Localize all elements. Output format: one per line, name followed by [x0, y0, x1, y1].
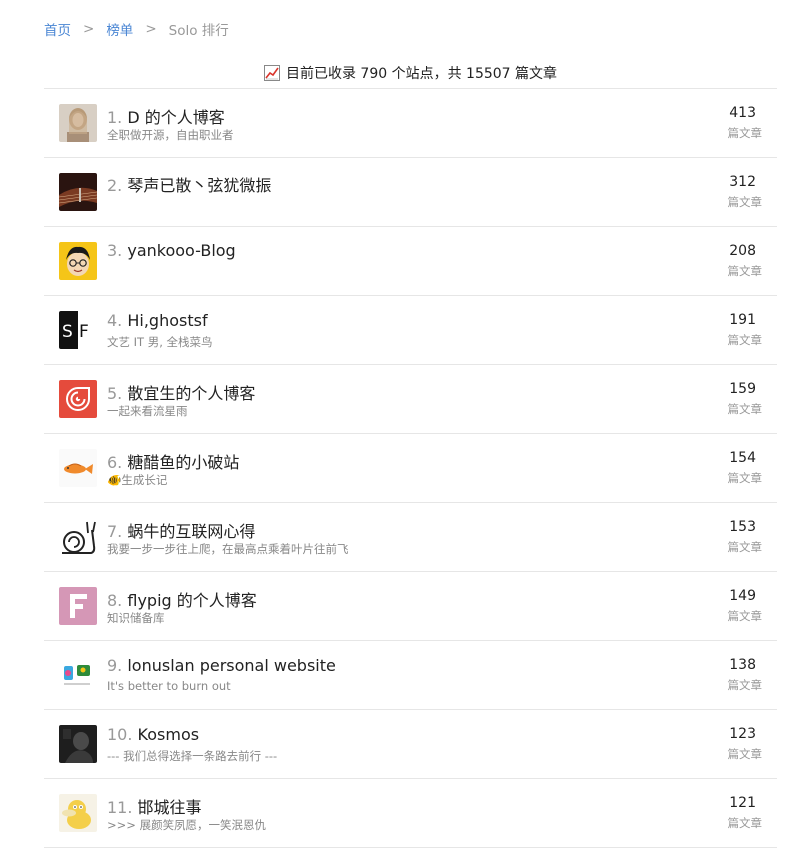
site-description: 我要一步一步往上爬，在最高点乘着叶片往前飞	[107, 542, 349, 556]
chart-increasing-icon	[263, 65, 280, 81]
article-count: 159 篇文章	[727, 381, 763, 416]
article-count: 191 篇文章	[727, 312, 763, 347]
article-count: 312 篇文章	[727, 174, 763, 209]
site-description: 知识储备库	[107, 611, 165, 625]
list-item[interactable]: 6. 糖醋鱼的小破站 🐠生成长记 154 篇文章	[44, 434, 777, 503]
site-description: 全职做开源，自由职业者	[107, 128, 234, 142]
site-description: --- 我们总得选择一条路去前行 ---	[107, 749, 278, 763]
site-title[interactable]: 9. lonuslan personal website	[107, 656, 336, 675]
site-description: 文艺 IT 男, 全栈菜鸟	[107, 335, 213, 349]
site-title[interactable]: 10. Kosmos	[107, 725, 199, 744]
article-count: 154 篇文章	[727, 450, 763, 485]
breadcrumb-separator: >	[145, 21, 157, 37]
breadcrumb-current: Solo 排行	[168, 23, 229, 39]
site-title[interactable]: 3. yankooo-Blog	[107, 241, 236, 260]
article-count: 149 篇文章	[727, 588, 763, 623]
snail-avatar	[59, 518, 97, 556]
list-item[interactable]: 7. 蜗牛的互联网心得 我要一步一步往上爬，在最高点乘着叶片往前飞 153 篇文章	[44, 503, 777, 572]
breadcrumb-separator: >	[83, 21, 95, 37]
fish-avatar	[59, 449, 97, 487]
list-item[interactable]: 11. 邯城往事 >>> 展颜笑夙愿，一笑泯恩仇 121 篇文章	[44, 779, 777, 848]
site-description: 🐠生成长记	[107, 473, 168, 487]
site-description: It's better to burn out	[107, 679, 231, 693]
site-description: >>> 展颜笑夙愿，一笑泯恩仇	[107, 818, 267, 832]
letter-f-avatar	[59, 587, 97, 625]
site-title[interactable]: 4. Hi,ghostsf	[107, 311, 208, 330]
site-title[interactable]: 7. 蜗牛的互联网心得	[107, 518, 255, 542]
list-item[interactable]: 3. yankooo-Blog 208 篇文章	[44, 227, 777, 296]
site-title[interactable]: 1. D 的个人博客	[107, 104, 225, 128]
svg-text:S: S	[62, 322, 73, 342]
breadcrumb-ranking-link[interactable]: 榜单	[106, 19, 133, 39]
dark-photo-avatar	[59, 725, 97, 763]
list-item[interactable]: 10. Kosmos --- 我们总得选择一条路去前行 --- 123 篇文章	[44, 710, 777, 779]
article-count: 153 篇文章	[727, 519, 763, 554]
site-title[interactable]: 6. 糖醋鱼的小破站	[107, 449, 239, 473]
site-description: 一起来看流星雨	[107, 404, 188, 418]
site-title[interactable]: 11. 邯城往事	[107, 794, 202, 818]
article-count: 413 篇文章	[727, 105, 763, 140]
list-item[interactable]: 1. D 的个人博客 全职做开源，自由职业者 413 篇文章	[44, 89, 777, 158]
list-item[interactable]: 5. 散宜生的个人博客 一起来看流星雨 159 篇文章	[44, 365, 777, 434]
site-title[interactable]: 8. flypig 的个人博客	[107, 587, 257, 611]
sf-logo-avatar: SF	[59, 311, 97, 349]
colorful-logo-avatar	[59, 656, 97, 694]
svg-text:F: F	[79, 322, 89, 342]
psyduck-avatar	[59, 794, 97, 832]
list-item[interactable]: 2. 琴声已散丶弦犹微振 312 篇文章	[44, 158, 777, 227]
site-summary: 目前已收录 790 个站点，共 15507 篇文章	[44, 60, 777, 86]
cartoon-face-avatar	[59, 242, 97, 280]
article-count: 121 篇文章	[727, 795, 763, 830]
breadcrumb: 首页 > 榜单 > Solo 排行	[44, 19, 229, 39]
portrait-avatar	[59, 104, 97, 142]
summary-text: 目前已收录 790 个站点，共 15507 篇文章	[285, 66, 558, 82]
list-item[interactable]: 9. lonuslan personal website It's better…	[44, 641, 777, 710]
red-logo-avatar	[59, 380, 97, 418]
breadcrumb-home-link[interactable]: 首页	[44, 19, 71, 39]
ranking-list: 1. D 的个人博客 全职做开源，自由职业者 413 篇文章 2. 琴声已散丶弦犹…	[44, 88, 777, 848]
article-count: 208 篇文章	[727, 243, 763, 278]
site-title[interactable]: 2. 琴声已散丶弦犹微振	[107, 172, 271, 196]
article-count: 138 篇文章	[727, 657, 763, 692]
article-count: 123 篇文章	[727, 726, 763, 761]
guitar-avatar	[59, 173, 97, 211]
site-title[interactable]: 5. 散宜生的个人博客	[107, 380, 255, 404]
list-item[interactable]: 8. flypig 的个人博客 知识储备库 149 篇文章	[44, 572, 777, 641]
list-item[interactable]: SF 4. Hi,ghostsf 文艺 IT 男, 全栈菜鸟 191 篇文章	[44, 296, 777, 365]
